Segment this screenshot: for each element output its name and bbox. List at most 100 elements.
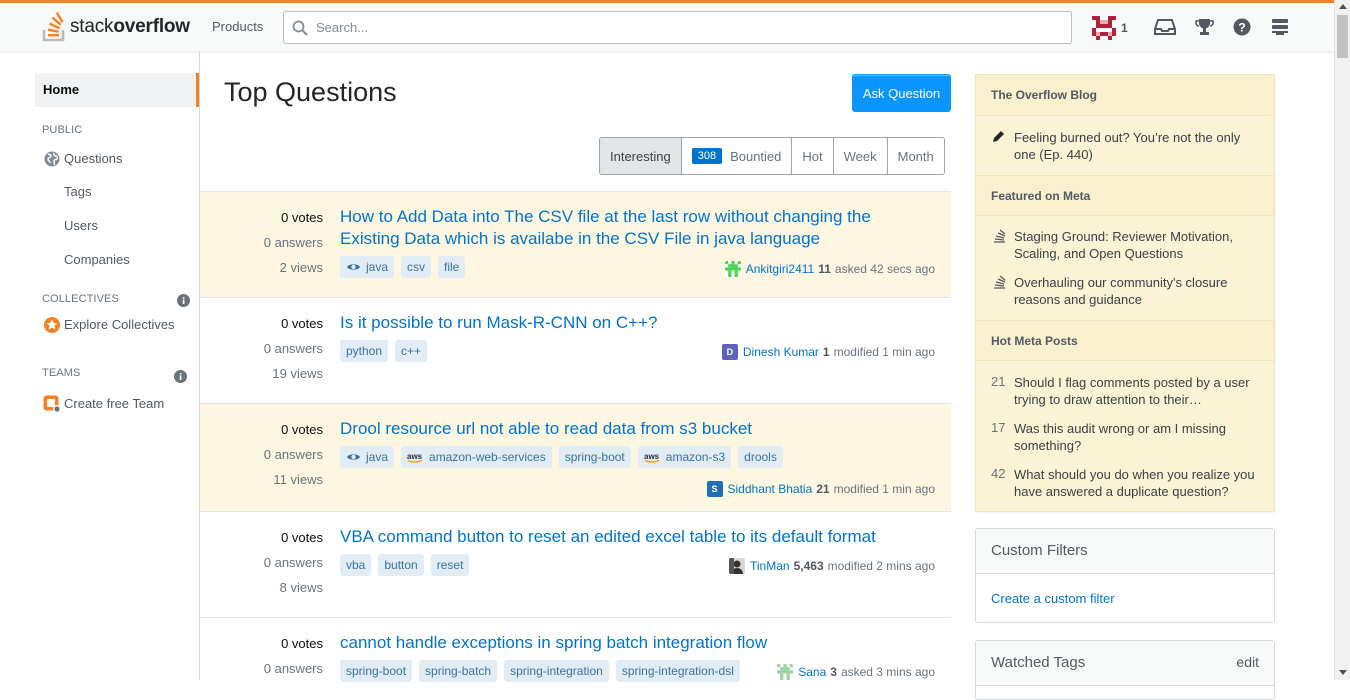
tag-spring-boot[interactable]: spring-boot (558, 446, 631, 468)
question-title[interactable]: cannot handle exceptions in spring batch… (340, 632, 900, 654)
tag-cpp[interactable]: c++ (395, 340, 428, 362)
hot-post-count: 42 (991, 466, 1006, 481)
answer-count: 0 answers (263, 661, 323, 676)
question-summary: 0 votes 0 answers 2 views How to Add Dat… (200, 191, 951, 297)
aws-icon: aws (407, 452, 423, 463)
tag-java[interactable]: java (340, 446, 395, 468)
meta-post-link[interactable]: Overhauling our community's closure reas… (1014, 274, 1264, 308)
answer-count: 0 answers (263, 341, 323, 356)
tag-java[interactable]: java (340, 256, 395, 278)
tag-amazon-s3[interactable]: aws amazon-s3 (637, 446, 732, 468)
question-activity[interactable]: modified 1 min ago (834, 345, 935, 359)
nav-home[interactable]: Home (35, 73, 199, 107)
tag-list: java aws amazon-web-services spring-boot … (340, 446, 783, 468)
view-count: 8 views (279, 580, 323, 595)
question-title[interactable]: Drool resource url not able to read data… (340, 418, 900, 440)
question-title[interactable]: VBA command button to reset an edited ex… (340, 526, 900, 548)
search-icon (292, 20, 308, 36)
blog-header: The Overflow Blog (976, 75, 1274, 116)
user-name[interactable]: TinMan (750, 559, 790, 573)
tag-csv[interactable]: csv (401, 256, 432, 278)
ask-question-button[interactable]: Ask Question (852, 74, 951, 112)
collectives-icon (44, 317, 60, 333)
tag-spring-boot[interactable]: spring-boot (340, 660, 413, 682)
hot-meta-post-link[interactable]: What should you do when you realize you … (1014, 466, 1264, 500)
question-summary: 0 votes 0 answers 11 views Drool resourc… (200, 403, 951, 511)
watched-tags-header: Watched Tags edit (976, 641, 1274, 686)
tab-month[interactable]: Month (886, 138, 944, 174)
site-switcher-icon[interactable] (1271, 18, 1289, 36)
tag-amazon-web-services[interactable]: aws amazon-web-services (401, 446, 552, 468)
question-summary: 0 votes 0 answers 8 views VBA command bu… (200, 511, 951, 617)
user-avatar[interactable] (729, 558, 745, 574)
achievements-icon[interactable] (1195, 18, 1214, 36)
user-avatar[interactable]: D (721, 344, 738, 360)
tag-vba[interactable]: vba (340, 554, 372, 576)
question-activity[interactable]: modified 1 min ago (834, 482, 935, 496)
user-reputation: 21 (816, 482, 830, 496)
tag-drools[interactable]: drools (738, 446, 783, 468)
question-author: Ankitgiri2411 11 asked 42 secs ago (724, 261, 935, 277)
tag-spring-integration[interactable]: spring-integration (504, 660, 609, 682)
question-activity[interactable]: asked 42 secs ago (835, 262, 935, 276)
search-bar[interactable] (283, 11, 1072, 44)
products-link[interactable]: Products (212, 19, 263, 34)
question-author: Sana 3 asked 3 mins ago (777, 664, 935, 680)
user-name[interactable]: Siddhant Bhatia (728, 482, 813, 496)
nav-tags[interactable]: Tags (64, 184, 91, 199)
tag-reset[interactable]: reset (430, 554, 470, 576)
tab-interesting[interactable]: Interesting (600, 138, 681, 174)
create-custom-filter-link[interactable]: Create a custom filter (991, 591, 1115, 606)
logo-text: stackoverflow (70, 16, 190, 37)
user-avatar[interactable] (777, 664, 794, 680)
nav-users[interactable]: Users (64, 218, 98, 233)
stack-exchange-meta-icon (994, 229, 1006, 243)
user-avatar[interactable] (724, 261, 741, 277)
view-count: 19 views (272, 366, 323, 381)
user-name[interactable]: Sana (798, 665, 826, 679)
search-input[interactable] (316, 12, 1056, 43)
edit-watched-tags-link[interactable]: edit (1236, 654, 1259, 685)
tag-spring-batch[interactable]: spring-batch (419, 660, 498, 682)
collectives-info-icon[interactable] (177, 294, 190, 307)
vote-count: 0 votes (281, 422, 323, 437)
tab-week[interactable]: Week (832, 138, 887, 174)
question-activity[interactable]: asked 3 mins ago (841, 665, 935, 679)
stackoverflow-logo[interactable]: stackoverflow (42, 11, 190, 43)
user-profile[interactable]: 1 (1092, 16, 1128, 40)
meta-post-link[interactable]: Staging Ground: Reviewer Motivation, Sca… (1014, 228, 1264, 262)
collectives-section-label: COLLECTIVES (42, 293, 119, 305)
user-name[interactable]: Ankitgiri2411 (746, 262, 814, 276)
tag-file[interactable]: file (438, 256, 466, 278)
tab-bountied[interactable]: 308 Bountied (680, 138, 792, 174)
user-name[interactable]: Dinesh Kumar (743, 345, 819, 359)
hot-meta-post-link[interactable]: Should I flag comments posted by a user … (1014, 374, 1264, 408)
tag-list: vba button reset (340, 554, 470, 576)
nav-questions[interactable]: Questions (64, 151, 123, 166)
view-count: 11 views (273, 472, 323, 487)
question-title[interactable]: Is it possible to run Mask-R-CNN on C++? (340, 312, 900, 334)
question-activity[interactable]: modified 2 mins ago (828, 559, 935, 573)
blog-post-link[interactable]: Feeling burned out? You’re not the only … (1014, 129, 1264, 163)
tab-hot[interactable]: Hot (791, 138, 833, 174)
page-scrollbar[interactable] (1334, 0, 1350, 680)
inbox-icon[interactable] (1154, 18, 1176, 36)
tag-spring-integration-dsl[interactable]: spring-integration-dsl (615, 660, 740, 682)
question-title[interactable]: How to Add Data into The CSV file at the… (340, 206, 900, 250)
nav-companies[interactable]: Companies (64, 252, 130, 267)
vote-count: 0 votes (281, 210, 323, 225)
left-sidebar: Home PUBLIC Questions Tags Users Compani… (0, 51, 200, 680)
user-avatar[interactable]: S (706, 481, 723, 497)
tag-button[interactable]: button (378, 554, 424, 576)
custom-filters-header: Custom Filters (976, 529, 1274, 574)
nav-explore-collectives[interactable]: Explore Collectives (64, 317, 175, 332)
watched-tag-eye-icon (347, 454, 360, 460)
hot-post-count: 21 (991, 374, 1006, 389)
nav-create-team[interactable]: Create free Team (64, 396, 164, 411)
question-summary: 0 votes 0 answers 19 views Is it possibl… (200, 297, 951, 403)
user-reputation: 5,463 (793, 559, 824, 573)
teams-info-icon[interactable] (174, 370, 187, 383)
tag-python[interactable]: python (340, 340, 389, 362)
hot-meta-post-link[interactable]: Was this audit wrong or am I missing som… (1014, 420, 1264, 454)
help-icon[interactable]: ? (1233, 18, 1251, 36)
